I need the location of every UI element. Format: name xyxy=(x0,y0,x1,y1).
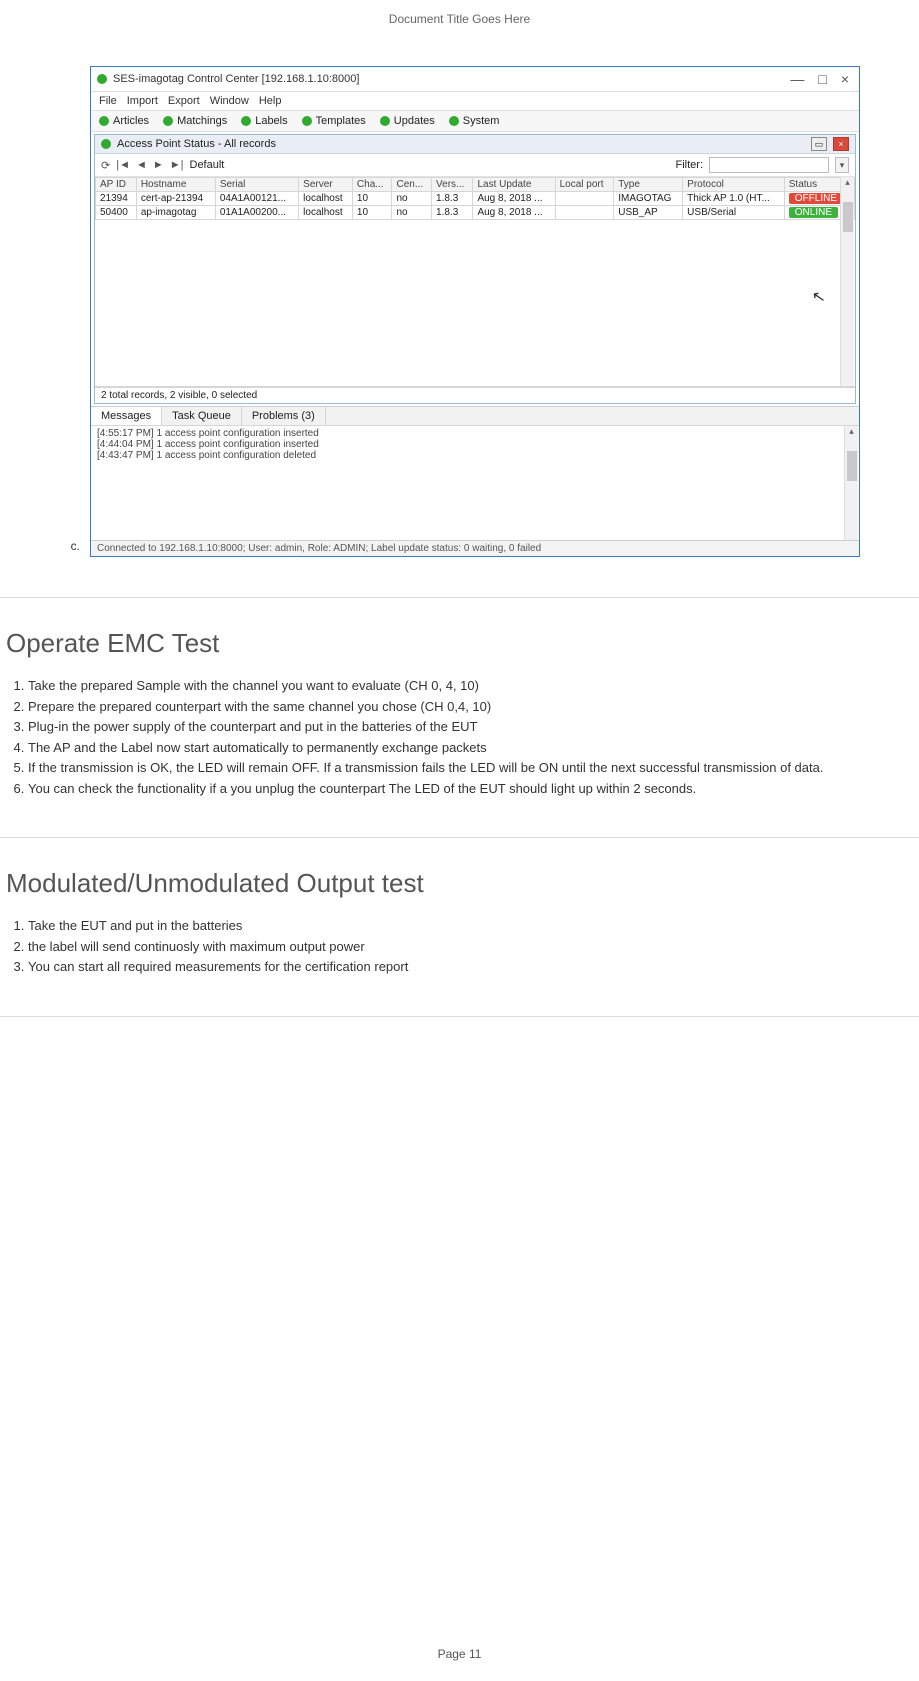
list-item: The AP and the Label now start automatic… xyxy=(28,739,919,757)
filter-dropdown[interactable]: ▾ xyxy=(835,157,849,173)
list-item: Take the prepared Sample with the channe… xyxy=(28,677,919,695)
dot-icon xyxy=(99,116,109,126)
list-item: Prepare the prepared counterpart with th… xyxy=(28,698,919,716)
mod-steps-list: Take the EUT and put in the batteries th… xyxy=(28,917,919,976)
list-bullet-c: c. xyxy=(60,539,80,553)
cursor-icon: ↖ xyxy=(810,286,827,308)
list-item: the label will send continuosly with max… xyxy=(28,938,919,956)
dot-icon xyxy=(380,116,390,126)
col-localport[interactable]: Local port xyxy=(555,178,614,192)
tab-task-queue[interactable]: Task Queue xyxy=(162,407,242,425)
col-server[interactable]: Server xyxy=(299,178,353,192)
tab-labels[interactable]: Labels xyxy=(241,115,287,127)
filter-label: Filter: xyxy=(676,159,704,171)
tab-messages[interactable]: Messages xyxy=(91,407,162,425)
list-item: You can check the functionality if a you… xyxy=(28,780,919,798)
tab-matchings[interactable]: Matchings xyxy=(163,115,227,127)
sub-maximize-button[interactable]: ▭ xyxy=(811,137,827,151)
menu-window[interactable]: Window xyxy=(210,95,249,107)
menu-import[interactable]: Import xyxy=(127,95,158,107)
section-divider xyxy=(0,837,919,838)
app-status-icon xyxy=(97,74,107,84)
menu-help[interactable]: Help xyxy=(259,95,282,107)
prev-page-button[interactable]: ◄ xyxy=(136,159,147,171)
refresh-button[interactable]: ⟳ xyxy=(101,159,110,172)
table-row[interactable]: 21394 cert-ap-21394 04A1A00121... localh… xyxy=(96,192,855,206)
status-badge: OFFLINE xyxy=(789,193,843,204)
filter-input[interactable] xyxy=(709,157,829,173)
table-row[interactable]: 50400 ap-imagotag 01A1A00200... localhos… xyxy=(96,206,855,220)
col-serial[interactable]: Serial xyxy=(215,178,298,192)
window-title: SES-imagotag Control Center [192.168.1.1… xyxy=(113,73,784,85)
col-center[interactable]: Cen... xyxy=(392,178,432,192)
sub-window: Access Point Status - All records ▭ × ⟳ … xyxy=(94,134,856,404)
heading-operate-emc-test: Operate EMC Test xyxy=(6,628,919,659)
menu-file[interactable]: File xyxy=(99,95,117,107)
dot-icon xyxy=(302,116,312,126)
col-hostname[interactable]: Hostname xyxy=(136,178,215,192)
last-page-button[interactable]: ►| xyxy=(170,159,184,171)
tab-problems[interactable]: Problems (3) xyxy=(242,407,326,425)
log-line: [4:43:47 PM] 1 access point configuratio… xyxy=(97,450,853,461)
vertical-scrollbar[interactable]: ▴ xyxy=(840,177,854,386)
scheme-label: Default xyxy=(190,159,225,171)
dot-icon xyxy=(163,116,173,126)
minimize-button[interactable]: — xyxy=(790,71,804,87)
nav-tabs: Articles Matchings Labels Templates Upda… xyxy=(91,110,859,132)
menu-export[interactable]: Export xyxy=(168,95,200,107)
sub-window-title: Access Point Status - All records xyxy=(117,138,276,150)
log-line: [4:55:17 PM] 1 access point configuratio… xyxy=(97,428,853,439)
status-bar: Connected to 192.168.1.10:8000; User: ad… xyxy=(91,540,859,556)
messages-panel: [4:55:17 PM] 1 access point configuratio… xyxy=(91,425,859,540)
dot-icon xyxy=(449,116,459,126)
grid-header-row: AP ID Hostname Serial Server Cha... Cen.… xyxy=(96,178,855,192)
tab-templates[interactable]: Templates xyxy=(302,115,366,127)
log-line: [4:44:04 PM] 1 access point configuratio… xyxy=(97,439,853,450)
section-divider xyxy=(0,597,919,598)
next-page-button[interactable]: ► xyxy=(153,159,164,171)
col-version[interactable]: Vers... xyxy=(432,178,473,192)
dot-icon xyxy=(101,139,111,149)
tab-updates[interactable]: Updates xyxy=(380,115,435,127)
message-tabs: Messages Task Queue Problems (3) xyxy=(91,406,859,425)
col-protocol[interactable]: Protocol xyxy=(683,178,785,192)
data-grid: AP ID Hostname Serial Server Cha... Cen.… xyxy=(95,177,855,387)
maximize-button[interactable]: □ xyxy=(818,71,826,87)
tab-system[interactable]: System xyxy=(449,115,500,127)
list-item: Take the EUT and put in the batteries xyxy=(28,917,919,935)
col-lastupdate[interactable]: Last Update xyxy=(473,178,555,192)
dot-icon xyxy=(241,116,251,126)
section-divider xyxy=(0,1016,919,1017)
close-button[interactable]: × xyxy=(841,71,849,87)
col-apid[interactable]: AP ID xyxy=(96,178,137,192)
grid-status-label: 2 total records, 2 visible, 0 selected xyxy=(95,387,855,403)
list-item: You can start all required measurements … xyxy=(28,958,919,976)
doc-header: Document Title Goes Here xyxy=(0,12,919,26)
vertical-scrollbar[interactable]: ▴ xyxy=(844,426,858,540)
first-page-button[interactable]: |◄ xyxy=(116,159,130,171)
doc-footer: Page 11 xyxy=(0,1647,919,1661)
window-titlebar: SES-imagotag Control Center [192.168.1.1… xyxy=(91,67,859,92)
app-window: SES-imagotag Control Center [192.168.1.1… xyxy=(90,66,860,557)
status-badge: ONLINE xyxy=(789,207,838,218)
col-channel[interactable]: Cha... xyxy=(352,178,392,192)
list-item: Plug-in the power supply of the counterp… xyxy=(28,718,919,736)
grid-toolbar: ⟳ |◄ ◄ ► ►| Default Filter: ▾ xyxy=(95,154,855,177)
col-type[interactable]: Type xyxy=(614,178,683,192)
emc-steps-list: Take the prepared Sample with the channe… xyxy=(28,677,919,797)
tab-articles[interactable]: Articles xyxy=(99,115,149,127)
list-item: If the transmission is OK, the LED will … xyxy=(28,759,919,777)
sub-close-button[interactable]: × xyxy=(833,137,849,151)
heading-modulated-output-test: Modulated/Unmodulated Output test xyxy=(6,868,919,899)
menu-bar: File Import Export Window Help xyxy=(91,92,859,110)
